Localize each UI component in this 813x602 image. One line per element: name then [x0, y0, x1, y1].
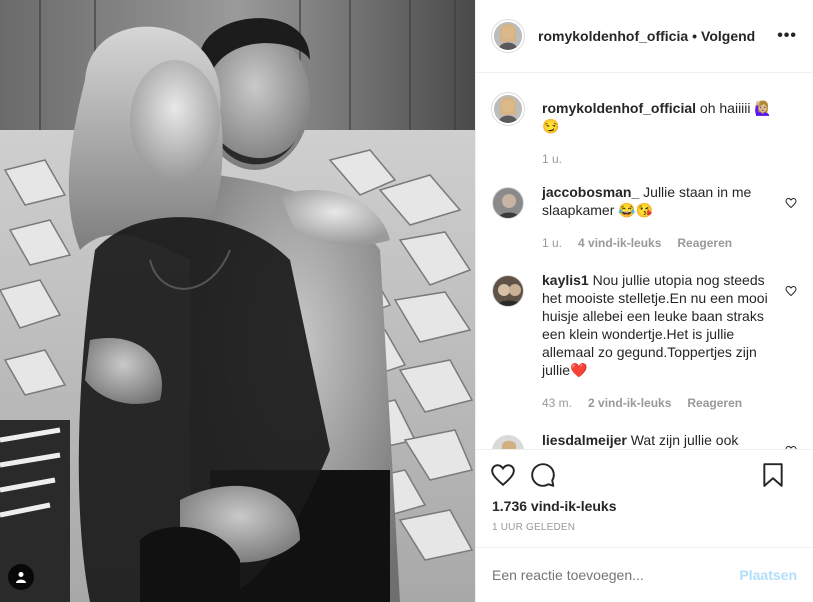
comment-body: liesdalmeijer Wat zijn jullie ook — [542, 431, 772, 449]
caption-body: romykoldenhof_official oh haiiiii 🙋🏼‍♀️😏… — [542, 99, 772, 167]
comment-username[interactable]: jaccobosman_ — [542, 184, 639, 200]
post-timestamp[interactable]: 1 UUR GELEDEN — [492, 522, 575, 533]
comment-text: Wat zijn jullie ook — [630, 432, 739, 448]
comment-time[interactable]: 1 u. — [542, 151, 562, 167]
post-comment-button[interactable]: Plaatsen — [739, 567, 797, 583]
author-username[interactable]: romykoldenhof_officia — [538, 28, 688, 44]
reply-button[interactable]: Reageren — [687, 395, 742, 411]
comment-meta: 1 u. 4 vind-ik-leuks Reageren — [542, 235, 772, 251]
comment-meta: 43 m. 2 vind-ik-leuks Reageren — [542, 395, 772, 411]
heart-icon — [491, 463, 515, 486]
tagged-users-button[interactable] — [8, 564, 34, 590]
post-photo[interactable] — [0, 0, 475, 602]
comment-username[interactable]: liesdalmeijer — [542, 432, 627, 448]
comment-username[interactable]: romykoldenhof_official — [542, 100, 696, 116]
user-icon — [16, 572, 26, 583]
caption: romykoldenhof_official oh haiiiii 🙋🏼‍♀️😏… — [492, 89, 797, 167]
likes-count[interactable]: 1.736 vind-ik-leuks — [492, 498, 617, 514]
comment-body: jaccobosman_ Jullie staan in me slaapkam… — [542, 183, 772, 251]
reply-button[interactable]: Reageren — [677, 235, 732, 251]
author-avatar[interactable] — [492, 20, 524, 52]
post-side-panel: romykoldenhof_officia • Volgend ••• romy… — [475, 0, 813, 602]
like-button[interactable] — [490, 462, 516, 488]
post-header: romykoldenhof_officia • Volgend ••• — [476, 0, 813, 73]
comment-input[interactable] — [492, 567, 740, 583]
save-button[interactable] — [761, 462, 785, 488]
more-dots-icon[interactable]: ••• — [777, 27, 797, 45]
comment-button[interactable] — [530, 462, 556, 488]
comment-likes[interactable]: 4 vind-ik-leuks — [578, 235, 661, 251]
comment-time[interactable]: 43 m. — [542, 395, 572, 411]
separator-dot: • — [692, 28, 698, 44]
heart-icon[interactable] — [785, 285, 797, 297]
comment-meta: 1 u. — [542, 151, 772, 167]
comment-item: kaylis1 Nou jullie utopia nog steeds het… — [492, 271, 797, 411]
add-comment-bar: Plaatsen — [476, 547, 813, 602]
instagram-post-modal: romykoldenhof_officia • Volgend ••• romy… — [0, 0, 813, 602]
follow-status-button[interactable]: Volgend — [701, 28, 755, 44]
comment-item: jaccobosman_ Jullie staan in me slaapkam… — [492, 183, 797, 251]
caption-avatar[interactable] — [492, 93, 524, 125]
post-actions — [476, 449, 813, 499]
photo-illustration — [0, 0, 475, 602]
bookmark-icon — [763, 462, 783, 487]
comment-item: liesdalmeijer Wat zijn jullie ook — [492, 431, 797, 449]
comment-time[interactable]: 1 u. — [542, 235, 562, 251]
heart-icon[interactable] — [785, 197, 797, 209]
comment-body: kaylis1 Nou jullie utopia nog steeds het… — [542, 271, 772, 411]
commenter-avatar[interactable] — [492, 187, 524, 219]
comment-bubble-icon — [531, 462, 555, 487]
commenter-avatar[interactable] — [492, 275, 524, 307]
comment-username[interactable]: kaylis1 — [542, 272, 589, 288]
commenter-avatar[interactable] — [492, 435, 524, 449]
comment-likes[interactable]: 2 vind-ik-leuks — [588, 395, 671, 411]
comments-list[interactable]: romykoldenhof_official oh haiiiii 🙋🏼‍♀️😏… — [476, 73, 813, 449]
